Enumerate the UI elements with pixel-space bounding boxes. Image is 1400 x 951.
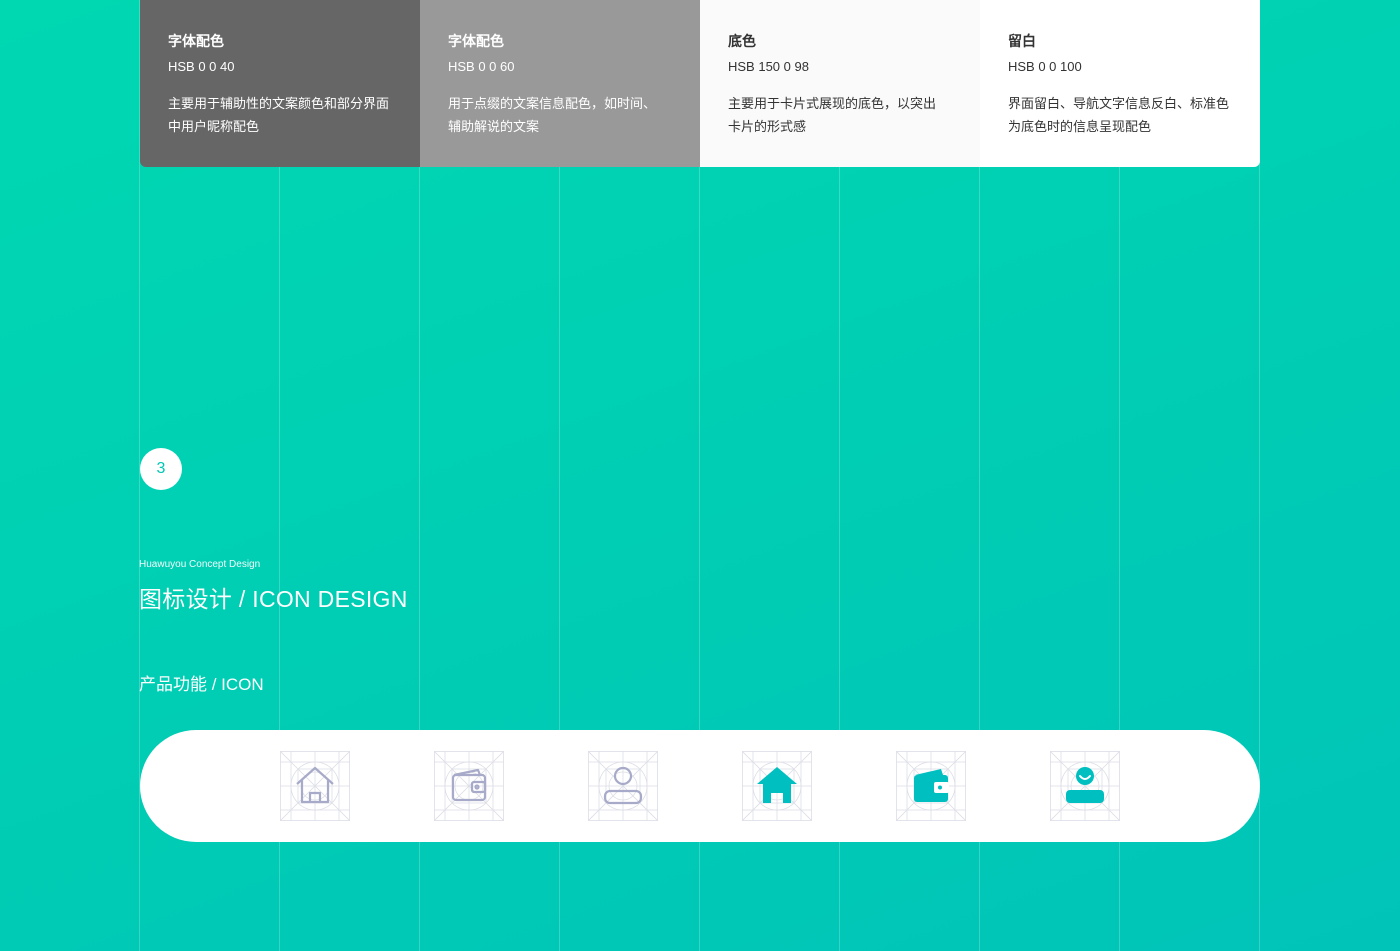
swatch-hsb: HSB 0 0 100 [1008,59,1082,74]
user-outline-icon [588,751,658,821]
swatch-card: 字体配色 HSB 0 0 60 用于点缀的文案信息配色，如时间、 辅助解说的文案 [420,0,700,167]
swatch-description-line: 主要用于辅助性的文案颜色和部分界面 [168,96,390,111]
swatch-name: 留白 [1008,33,1036,49]
wallet-filled-icon [896,751,966,821]
section-eyebrow: Huawuyou Concept Design [139,559,261,570]
swatch-description-line: 中用户昵称配色 [168,119,260,134]
swatch-hsb: HSB 150 0 98 [728,59,809,74]
swatch-name: 字体配色 [168,33,224,49]
swatch-card: 留白 HSB 0 0 100 界面留白、导航文字信息反白、标准色 为底色时的信息… [980,0,1260,167]
swatch-description: 界面留白、导航文字信息反白、标准色 为底色时的信息呈现配色 [1008,92,1232,138]
swatch-description-line: 用于点缀的文案信息配色，如时间、 [448,96,657,111]
swatch-description-line: 辅助解说的文案 [448,119,540,134]
swatch-hsb: HSB 0 0 60 [448,59,515,74]
swatch-description-line: 主要用于卡片式展现的底色，以突出 [728,96,937,111]
icon-showcase-bar [140,730,1260,842]
color-swatches: 字体配色 HSB 0 0 40 主要用于辅助性的文案颜色和部分界面 中用户昵称配… [140,0,1260,167]
swatch-name: 字体配色 [448,33,504,49]
section-title: 图标设计 / ICON DESIGN [139,586,408,612]
user-filled-icon [1050,751,1120,821]
swatch-name: 底色 [728,33,756,49]
section-number-badge: 3 [140,448,182,490]
swatch-card: 底色 HSB 150 0 98 主要用于卡片式展现的底色，以突出 卡片的形式感 [700,0,980,167]
home-outline-icon [280,751,350,821]
home-filled-icon [742,751,812,821]
swatch-description: 用于点缀的文案信息配色，如时间、 辅助解说的文案 [448,92,672,138]
swatch-card: 字体配色 HSB 0 0 40 主要用于辅助性的文案颜色和部分界面 中用户昵称配… [140,0,420,167]
swatch-description-line: 界面留白、导航文字信息反白、标准色 [1008,96,1230,111]
wallet-outline-icon [434,751,504,821]
swatch-description-line: 为底色时的信息呈现配色 [1008,119,1152,134]
swatch-description: 主要用于卡片式展现的底色，以突出 卡片的形式感 [728,92,952,138]
swatch-description: 主要用于辅助性的文案颜色和部分界面 中用户昵称配色 [168,92,392,138]
section-subtitle: 产品功能 / ICON [139,675,264,694]
swatch-description-line: 卡片的形式感 [728,119,807,134]
swatch-hsb: HSB 0 0 40 [168,59,235,74]
